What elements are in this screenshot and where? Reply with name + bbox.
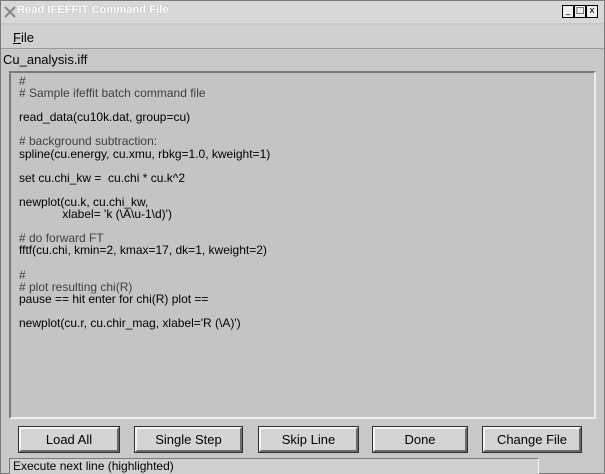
code-line: newplot(cu.r, cu.chir_mag, xlabel='R (\A… (19, 315, 241, 330)
code-line: read_data(cu10k.dat, group=cu) (19, 110, 191, 125)
done-button[interactable]: Done (372, 426, 468, 453)
code-line: set cu.chi_kw = cu.chi * cu.k^2 (19, 170, 186, 185)
code-line: # (19, 267, 26, 282)
skip-line-button[interactable]: Skip Line (258, 426, 359, 453)
menu-file-label: ile (20, 30, 34, 45)
app-window: Read IFEFFIT Command File _ □ x File Cu_… (0, 0, 605, 474)
close-button[interactable]: x (586, 5, 598, 18)
button-row: Load All Single Step Skip Line Done Chan… (18, 426, 582, 453)
minimize-button[interactable]: _ (562, 5, 574, 18)
title-bar[interactable]: Read IFEFFIT Command File _ □ x (1, 1, 604, 23)
status-text: Execute next line (highlighted) (13, 459, 174, 473)
status-bar: Execute next line (highlighted) (9, 458, 539, 474)
code-line: spline(cu.energy, cu.xmu, rbkg=1.0, kwei… (19, 146, 271, 161)
filename-label: Cu_analysis.iff (3, 52, 88, 67)
code-line: fftf(cu.chi, kmin=2, kmax=17, dk=1, kwei… (19, 243, 267, 258)
single-step-button[interactable]: Single Step (134, 426, 243, 453)
code-line: xlabel= 'k (\A\u-1\d)') (19, 207, 172, 222)
code-line: pause == hit enter for chi(R) plot == (19, 291, 209, 306)
menu-bar: File (1, 25, 604, 49)
code-line: # plot resulting chi(R) (19, 279, 133, 294)
command-text-panel[interactable]: # # Sample ifeffit batch command file read… (9, 71, 596, 419)
menu-file-mnemonic: F (13, 30, 21, 45)
menu-file[interactable]: File (13, 30, 34, 45)
change-file-button[interactable]: Change File (482, 426, 582, 453)
code-line: # Sample ifeffit batch command file (19, 86, 206, 101)
load-all-button[interactable]: Load All (18, 426, 120, 453)
maximize-button[interactable]: □ (574, 5, 586, 18)
x-logo-icon (4, 6, 16, 18)
code-lines: # # Sample ifeffit batch command file read… (19, 75, 270, 329)
window-title: Read IFEFFIT Command File (17, 4, 169, 16)
code-line: # background subtraction: (19, 134, 158, 149)
